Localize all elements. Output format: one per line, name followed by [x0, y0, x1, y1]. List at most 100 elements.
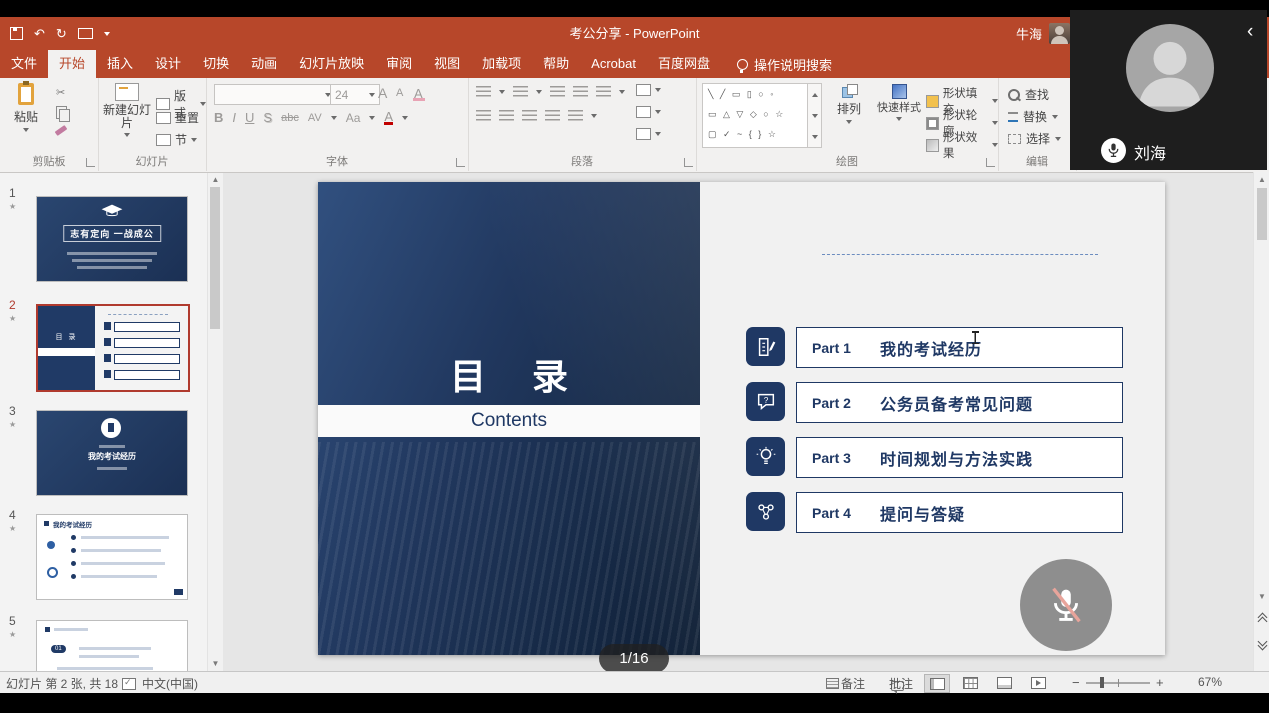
replace-button[interactable]: 替换 — [1008, 108, 1058, 125]
tab-home[interactable]: 开始 — [48, 50, 96, 78]
spell-check-icon[interactable] — [122, 678, 136, 690]
thumbnail-slide-4[interactable]: 我的考试经历 — [36, 514, 188, 600]
main-scroll-down-icon[interactable]: ▼ — [1254, 592, 1269, 601]
thumb-scrollbar-thumb[interactable] — [210, 187, 220, 329]
new-slide-button[interactable]: 新建幻灯片 — [102, 83, 152, 137]
slide-sorter-view-button[interactable] — [958, 674, 982, 691]
increase-indent-icon[interactable] — [573, 86, 588, 97]
normal-view-button[interactable] — [924, 674, 950, 693]
zoom-level[interactable]: 67% — [1198, 675, 1222, 689]
language-indicator[interactable]: 中文(中国) — [142, 675, 198, 692]
thumbnail-slide-1[interactable]: 志有定向 一战成公 — [36, 196, 188, 282]
tab-transitions[interactable]: 切换 — [192, 50, 240, 78]
previous-slide-button[interactable] — [1254, 614, 1269, 625]
paragraph-dialog-launcher[interactable] — [684, 158, 693, 167]
tab-insert[interactable]: 插入 — [96, 50, 144, 78]
webcam-tile[interactable]: 刘海 — [1070, 10, 1267, 170]
thumbnail-slide-3[interactable]: 我的考试经历 — [36, 410, 188, 496]
find-button[interactable]: 查找 — [1008, 86, 1049, 103]
participant-mic-button[interactable] — [1101, 138, 1126, 163]
reset-button[interactable]: 重置 — [156, 109, 199, 126]
paste-button[interactable]: 粘贴 — [6, 83, 46, 132]
thumbnail-scrollbar[interactable]: ▲ ▼ — [207, 172, 223, 671]
increase-font-icon[interactable]: A — [378, 85, 387, 101]
decrease-font-icon[interactable]: A — [396, 87, 403, 99]
tab-help[interactable]: 帮助 — [532, 50, 580, 78]
thumb-scroll-down-icon[interactable]: ▼ — [208, 659, 223, 668]
strikethrough-button[interactable]: abc — [281, 112, 299, 124]
align-text-button[interactable] — [636, 106, 661, 118]
toc-part-3[interactable]: Part 3 时间规划与方法实践 — [746, 437, 1141, 476]
align-right-icon[interactable] — [522, 110, 537, 121]
select-button[interactable]: 选择 — [1008, 130, 1061, 147]
columns-icon[interactable] — [568, 110, 583, 121]
tab-baidu-netdisk[interactable]: 百度网盘 — [647, 50, 721, 78]
toc-part-1[interactable]: Part 1 我的考试经历 — [746, 327, 1141, 366]
tab-slideshow[interactable]: 幻灯片放映 — [288, 50, 375, 78]
tab-view[interactable]: 视图 — [423, 50, 471, 78]
thumbnail-slide-2-selected[interactable]: 目 录 — [36, 304, 190, 392]
justify-icon[interactable] — [545, 110, 560, 121]
notes-button[interactable]: 备注 — [841, 675, 865, 692]
quick-styles-button[interactable]: 快速样式 — [876, 84, 922, 121]
zoom-in-button[interactable]: + — [1156, 675, 1164, 690]
account-area[interactable]: 牛海 — [1016, 17, 1070, 50]
align-left-icon[interactable] — [476, 110, 491, 121]
shapes-scroll-down-icon[interactable] — [812, 114, 818, 118]
decrease-indent-icon[interactable] — [550, 86, 565, 97]
toc-part-2[interactable]: ? Part 2 公务员备考常见问题 — [746, 382, 1141, 421]
main-scroll-up-icon[interactable]: ▲ — [1254, 175, 1269, 184]
toc-part-4[interactable]: Part 4 提问与答疑 — [746, 492, 1141, 531]
drawing-dialog-launcher[interactable] — [986, 158, 995, 167]
slide-subtitle[interactable]: Contents — [471, 410, 547, 432]
main-scrollbar-thumb[interactable] — [1257, 188, 1267, 240]
zoom-slider-thumb[interactable] — [1100, 677, 1104, 688]
slide-counter[interactable]: 幻灯片 第 2 张, 共 18 张 — [6, 675, 133, 692]
thumbnail-slide-5[interactable]: 01 — [36, 620, 188, 671]
arrange-button[interactable]: 排列 — [826, 84, 872, 124]
tab-file[interactable]: 文件 — [0, 50, 48, 78]
slideshow-view-button[interactable] — [1026, 674, 1050, 691]
tell-me-search[interactable]: 操作说明搜索 — [737, 50, 832, 78]
shapes-scroll-up-icon[interactable] — [812, 93, 818, 97]
main-scrollbar[interactable]: ▲ ▼ — [1253, 172, 1269, 671]
tab-review[interactable]: 审阅 — [375, 50, 423, 78]
shapes-more-icon[interactable] — [812, 135, 818, 139]
cut-icon[interactable]: ✂ — [56, 86, 65, 99]
character-spacing-button[interactable]: AV — [308, 112, 322, 124]
font-color-button[interactable]: A — [384, 111, 393, 125]
zoom-out-button[interactable]: − — [1072, 675, 1080, 690]
microphone-muted-button[interactable] — [1020, 559, 1112, 651]
font-name-combo[interactable] — [214, 84, 336, 105]
align-center-icon[interactable] — [499, 110, 514, 121]
change-case-button[interactable]: Aa — [346, 111, 361, 125]
bold-button[interactable]: B — [214, 110, 223, 125]
shapes-gallery-scroll[interactable] — [807, 84, 821, 147]
next-slide-button[interactable] — [1254, 638, 1269, 649]
italic-button[interactable]: I — [232, 110, 236, 125]
convert-smartart-button[interactable] — [636, 128, 661, 140]
font-size-combo[interactable]: 24 — [330, 84, 380, 105]
collapse-panel-arrow-icon[interactable]: ‹ — [1247, 22, 1253, 41]
slide-title[interactable]: 目 录 — [318, 348, 700, 400]
underline-button[interactable]: U — [245, 110, 254, 125]
format-painter-icon[interactable] — [55, 125, 68, 136]
copy-icon[interactable] — [56, 106, 67, 119]
line-spacing-icon[interactable] — [596, 86, 611, 97]
tab-addins[interactable]: 加载项 — [471, 50, 532, 78]
account-avatar[interactable] — [1049, 23, 1070, 44]
numbering-icon[interactable] — [513, 86, 528, 97]
thumb-scroll-up-icon[interactable]: ▲ — [208, 175, 223, 184]
text-shadow-button[interactable]: S — [263, 110, 272, 125]
clipboard-dialog-launcher[interactable] — [86, 158, 95, 167]
section-button[interactable]: 节 — [156, 131, 197, 148]
shapes-gallery[interactable]: ╲ ╱ ▭ ▯ ○ ◦ ▭ △ ▽ ◇ ○ ☆ ▢ ✓ ~ { } ☆ — [702, 83, 822, 148]
reading-view-button[interactable] — [992, 674, 1016, 691]
text-direction-button[interactable] — [636, 84, 661, 96]
font-dialog-launcher[interactable] — [456, 158, 465, 167]
comments-button[interactable]: 批注 — [889, 675, 913, 692]
bullets-icon[interactable] — [476, 86, 491, 97]
tab-acrobat[interactable]: Acrobat — [580, 50, 647, 78]
tab-design[interactable]: 设计 — [144, 50, 192, 78]
tab-animations[interactable]: 动画 — [240, 50, 288, 78]
